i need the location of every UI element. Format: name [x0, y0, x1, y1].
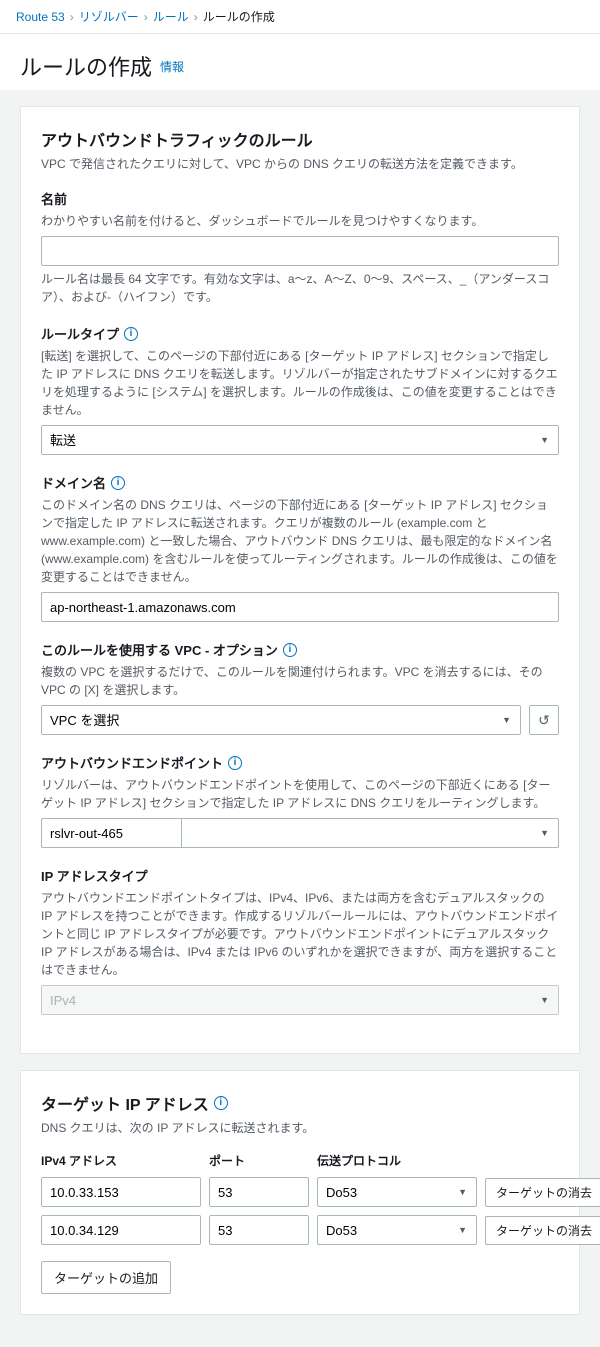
endpoint-desc: リゾルバーは、アウトバウンドエンドポイントを使用して、このページの下部近くにある… [41, 776, 559, 812]
breadcrumb-current: ルールの作成 [203, 8, 275, 25]
main-content: アウトバウンドトラフィックのルール VPC で発信されたクエリに対して、VPC … [0, 90, 600, 1347]
remove-button-1[interactable]: ターゲットの消去 [485, 1216, 600, 1245]
page-title: ルールの作成 情報 [20, 50, 580, 82]
ip-type-desc: アウトバウンドエンドポイントタイプは、IPv4、IPv6、または両方を含むデュア… [41, 889, 559, 979]
domain-field: ドメイン名 i このドメイン名の DNS クエリは、ページの下部付近にある [タ… [41, 473, 559, 622]
vpc-refresh-button[interactable]: ↺ [529, 705, 559, 735]
add-target-button[interactable]: ターゲットの追加 [41, 1261, 171, 1294]
breadcrumb-rules[interactable]: ルール [153, 8, 189, 25]
ip-input-0[interactable] [41, 1177, 201, 1207]
breadcrumb-resolver[interactable]: リゾルバー [79, 8, 139, 25]
domain-label: ドメイン名 i [41, 473, 559, 492]
protocol-select-0[interactable]: Do53 DoH [317, 1177, 477, 1207]
target-section: ターゲット IP アドレス i DNS クエリは、次の IP アドレスに転送され… [20, 1070, 580, 1315]
endpoint-label: アウトバウンドエンドポイント i [41, 753, 559, 772]
target-section-title: ターゲット IP アドレス i [41, 1091, 559, 1115]
target-table-header: IPv4 アドレス ポート 伝送プロトコル [41, 1152, 559, 1169]
target-section-desc: DNS クエリは、次の IP アドレスに転送されます。 [41, 1119, 559, 1136]
remove-button-0[interactable]: ターゲットの消去 [485, 1178, 600, 1207]
ip-type-field: IP アドレスタイプ アウトバウンドエンドポイントタイプは、IPv4、IPv6、… [41, 866, 559, 1015]
endpoint-info-icon[interactable]: i [228, 756, 242, 770]
port-input-0[interactable] [209, 1177, 309, 1207]
ip-type-select-wrapper: IPv4 IPv6 デュアルスタック [41, 985, 559, 1015]
outbound-section-title: アウトバウンドトラフィックのルール [41, 127, 559, 151]
refresh-icon: ↺ [538, 712, 550, 729]
rule-type-desc: [転送] を選択して、このページの下部付近にある [ターゲット IP アドレス]… [41, 347, 559, 419]
name-hint: ルール名は最長 64 文字です。有効な文字は、a〜z、A〜Z、0〜9、スペース、… [41, 270, 559, 306]
port-input-1[interactable] [209, 1215, 309, 1245]
rule-type-select[interactable]: 転送 システム [41, 425, 559, 455]
vpc-row: VPC を選択 ↺ [41, 705, 559, 735]
protocol-select-wrapper-1: Do53 DoH [317, 1215, 477, 1245]
vpc-select[interactable]: VPC を選択 [41, 705, 521, 735]
name-field: 名前 わかりやすい名前を付けると、ダッシュボードでルールを見つけやすくなります。… [41, 189, 559, 306]
endpoint-row [41, 818, 559, 848]
outbound-section-card: アウトバウンドトラフィックのルール VPC で発信されたクエリに対して、VPC … [20, 106, 580, 1054]
endpoint-select[interactable] [181, 818, 559, 848]
protocol-select-wrapper-0: Do53 DoH [317, 1177, 477, 1207]
rule-type-label: ルールタイプ i [41, 324, 559, 343]
rule-type-field: ルールタイプ i [転送] を選択して、このページの下部付近にある [ターゲット… [41, 324, 559, 455]
vpc-info-icon[interactable]: i [283, 643, 297, 657]
breadcrumb: Route 53 › リゾルバー › ルール › ルールの作成 [0, 0, 600, 34]
page-title-area: ルールの作成 情報 [0, 34, 600, 90]
ip-type-select[interactable]: IPv4 IPv6 デュアルスタック [41, 985, 559, 1015]
target-info-icon[interactable]: i [214, 1096, 228, 1110]
page-title-text: ルールの作成 [20, 50, 152, 82]
domain-input[interactable] [41, 592, 559, 622]
vpc-label: このルールを使用する VPC - オプション i [41, 640, 559, 659]
name-label: 名前 [41, 189, 559, 208]
endpoint-input[interactable] [41, 818, 181, 848]
col-ipv4: IPv4 アドレス [41, 1152, 201, 1169]
domain-desc: このドメイン名の DNS クエリは、ページの下部付近にある [ターゲット IP … [41, 496, 559, 586]
table-row: Do53 DoH ターゲットの消去 [41, 1177, 559, 1207]
ip-input-1[interactable] [41, 1215, 201, 1245]
protocol-select-1[interactable]: Do53 DoH [317, 1215, 477, 1245]
rule-type-info-icon[interactable]: i [124, 327, 138, 341]
col-port: ポート [209, 1152, 309, 1169]
breadcrumb-sep-1: › [70, 10, 74, 24]
vpc-field: このルールを使用する VPC - オプション i 複数の VPC を選択するだけ… [41, 640, 559, 735]
breadcrumb-sep-3: › [194, 10, 198, 24]
outbound-section-desc: VPC で発信されたクエリに対して、VPC からの DNS クエリの転送方法を定… [41, 155, 559, 173]
breadcrumb-route53[interactable]: Route 53 [16, 10, 65, 24]
ip-type-label: IP アドレスタイプ [41, 866, 559, 885]
endpoint-select-wrapper [181, 818, 559, 848]
name-input[interactable] [41, 236, 559, 266]
page-info-link[interactable]: 情報 [160, 58, 184, 75]
vpc-select-wrapper: VPC を選択 [41, 705, 521, 735]
domain-info-icon[interactable]: i [111, 476, 125, 490]
endpoint-field: アウトバウンドエンドポイント i リゾルバーは、アウトバウンドエンドポイントを使… [41, 753, 559, 848]
breadcrumb-sep-2: › [144, 10, 148, 24]
col-protocol: 伝送プロトコル [317, 1152, 477, 1169]
name-desc: わかりやすい名前を付けると、ダッシュボードでルールを見つけやすくなります。 [41, 212, 559, 230]
table-row: Do53 DoH ターゲットの消去 [41, 1215, 559, 1245]
vpc-desc: 複数の VPC を選択するだけで、このルールを関連付けられます。VPC を消去す… [41, 663, 559, 699]
rule-type-select-wrapper: 転送 システム [41, 425, 559, 455]
